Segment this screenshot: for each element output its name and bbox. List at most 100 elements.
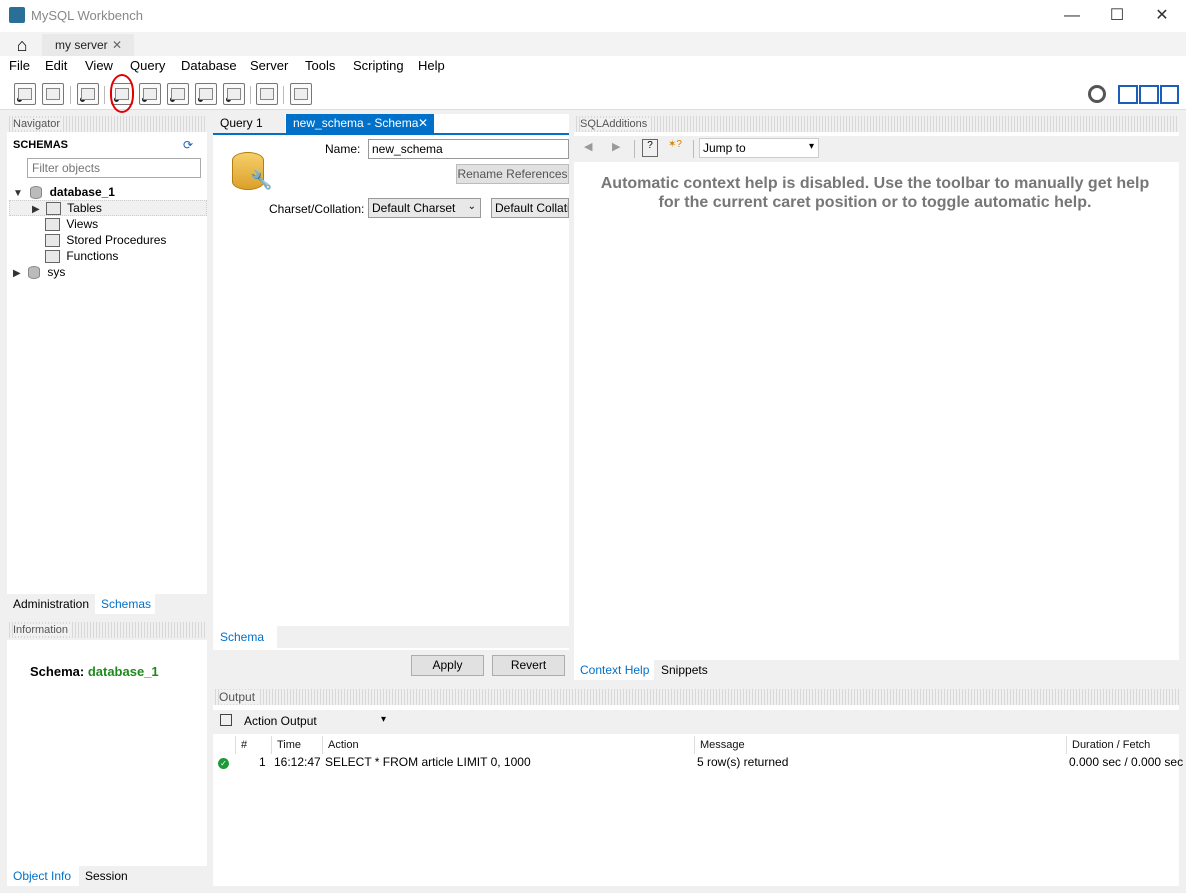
information-bottom-tabs: Object Info Session (7, 866, 207, 886)
red-annotation-circle (110, 74, 134, 113)
collapsed-arrow-icon[interactable]: ▶ (32, 204, 40, 215)
tab-query-1[interactable]: Query 1 (213, 114, 285, 134)
maximize-button[interactable]: ☐ (1097, 4, 1137, 28)
schema-info-value: database_1 (87, 664, 159, 679)
tab-new-schema[interactable]: new_schema - Schema ✕ (286, 114, 434, 134)
connection-tab-label: my server (55, 38, 108, 52)
tree-item-database-1[interactable]: ▼ database_1 (13, 184, 115, 200)
create-view-icon[interactable] (167, 83, 189, 105)
rename-references-button[interactable]: Rename References (456, 164, 569, 184)
row-num: 1 (259, 755, 266, 769)
forward-arrow-icon[interactable]: ▶ (612, 140, 620, 153)
tree-item-functions[interactable]: Functions (45, 248, 118, 264)
create-table-icon[interactable] (139, 83, 161, 105)
close-tab-icon[interactable]: ✕ (418, 114, 428, 132)
database-icon (28, 266, 41, 280)
row-time: 16:12:47 (274, 755, 321, 769)
navigator-header: Navigator (7, 116, 207, 132)
toggle-secondary-sidebar-icon[interactable] (1160, 85, 1179, 104)
sql-additions-header: SQLAdditions (574, 116, 1179, 132)
tree-item-tables[interactable]: ▶ Tables (32, 200, 102, 216)
connection-tab-bar (0, 32, 1186, 56)
schemas-label: SCHEMAS (13, 139, 69, 151)
menu-help[interactable]: Help (418, 58, 445, 73)
apply-button[interactable]: Apply (411, 655, 484, 676)
information-header: Information (7, 622, 207, 638)
copy-icon[interactable] (220, 714, 232, 726)
create-procedure-icon[interactable] (195, 83, 217, 105)
toolbar-separator (70, 86, 71, 104)
expanded-arrow-icon[interactable]: ▼ (13, 188, 23, 199)
jump-to-select[interactable]: Jump to ▾ (699, 138, 819, 158)
tree-item-sys[interactable]: ▶ sys (13, 264, 65, 280)
toolbar-separator (634, 140, 635, 158)
menu-database[interactable]: Database (181, 58, 237, 73)
manual-help-icon[interactable]: ? (642, 139, 658, 157)
create-function-icon[interactable] (223, 83, 245, 105)
row-duration: 0.000 sec / 0.000 sec (1069, 755, 1184, 769)
view-icon (45, 218, 60, 232)
subtab-schema[interactable]: Schema (213, 626, 277, 648)
schema-editor-panel (213, 114, 569, 650)
tab-underline (213, 133, 569, 135)
revert-button[interactable]: Revert (492, 655, 565, 676)
table-icon (46, 202, 62, 216)
filter-icon (12, 158, 26, 178)
column-header-num[interactable]: # (235, 736, 270, 754)
back-arrow-icon[interactable]: ◀ (584, 140, 592, 153)
collation-select[interactable]: Default Collation (491, 198, 569, 218)
home-icon[interactable]: ⌂ (5, 34, 39, 56)
tree-label: sys (47, 265, 66, 279)
column-header-action[interactable]: Action (322, 736, 694, 754)
function-icon (45, 250, 60, 264)
gear-icon[interactable] (1088, 85, 1106, 103)
schema-subtab-bar: Schema (213, 626, 569, 648)
toggle-sidebar-icon[interactable] (1118, 85, 1138, 104)
menu-view[interactable]: View (85, 58, 113, 73)
toggle-output-icon[interactable] (1139, 85, 1159, 104)
menu-server[interactable]: Server (250, 58, 288, 73)
menu-bar (0, 56, 1186, 78)
reconnect-icon[interactable] (290, 83, 312, 105)
tree-item-views[interactable]: Views (45, 216, 98, 232)
refresh-icon[interactable]: ⟳ (183, 138, 193, 152)
tree-label: Functions (66, 249, 119, 263)
tab-administration[interactable]: Administration (7, 594, 95, 614)
schema-info-label: Schema: (30, 664, 85, 679)
search-table-data-icon[interactable] (256, 83, 278, 105)
context-help-toolbar (574, 136, 1179, 162)
tree-label: Stored Procedures (66, 233, 167, 247)
open-sql-script-icon[interactable] (42, 83, 64, 105)
context-help-message: Automatic context help is disabled. Use … (600, 175, 1150, 211)
minimize-button[interactable]: — (1052, 4, 1092, 28)
tab-object-info[interactable]: Object Info (7, 866, 79, 886)
tab-snippets[interactable]: Snippets (654, 660, 724, 680)
output-type-select[interactable]: Action Output ▾ (241, 712, 390, 732)
tree-item-stored-procedures[interactable]: Stored Procedures (45, 232, 166, 248)
collapsed-arrow-icon[interactable]: ▶ (13, 268, 21, 279)
new-sql-tab-icon[interactable] (14, 83, 36, 105)
connection-tab[interactable]: my server ✕ (42, 34, 134, 56)
title-bar (0, 0, 1186, 32)
menu-file[interactable]: File (9, 58, 30, 73)
close-window-button[interactable]: ✕ (1142, 4, 1182, 28)
column-header-time[interactable]: Time (271, 736, 321, 754)
charset-select[interactable]: Default Charset ⌄ (368, 198, 481, 218)
menu-query[interactable]: Query (130, 58, 165, 73)
menu-edit[interactable]: Edit (45, 58, 67, 73)
filter-objects-input[interactable] (27, 158, 201, 178)
column-header-duration[interactable]: Duration / Fetch (1066, 736, 1179, 754)
close-tab-icon[interactable]: ✕ (112, 34, 122, 56)
schema-name-input[interactable]: new_schema (368, 139, 569, 159)
tab-new-schema-label: new_schema - Schema (293, 116, 419, 130)
tab-session[interactable]: Session (79, 866, 139, 886)
tab-schemas[interactable]: Schemas (95, 594, 155, 614)
column-header-message[interactable]: Message (694, 736, 1066, 754)
tree-label: Tables (67, 201, 102, 215)
tab-context-help[interactable]: Context Help (574, 660, 654, 680)
inspect-object-icon[interactable] (77, 83, 99, 105)
menu-scripting[interactable]: Scripting (353, 58, 404, 73)
auto-help-icon[interactable]: ✶? (668, 139, 686, 157)
menu-tools[interactable]: Tools (305, 58, 335, 73)
charset-select-value: Default Charset (372, 201, 456, 215)
